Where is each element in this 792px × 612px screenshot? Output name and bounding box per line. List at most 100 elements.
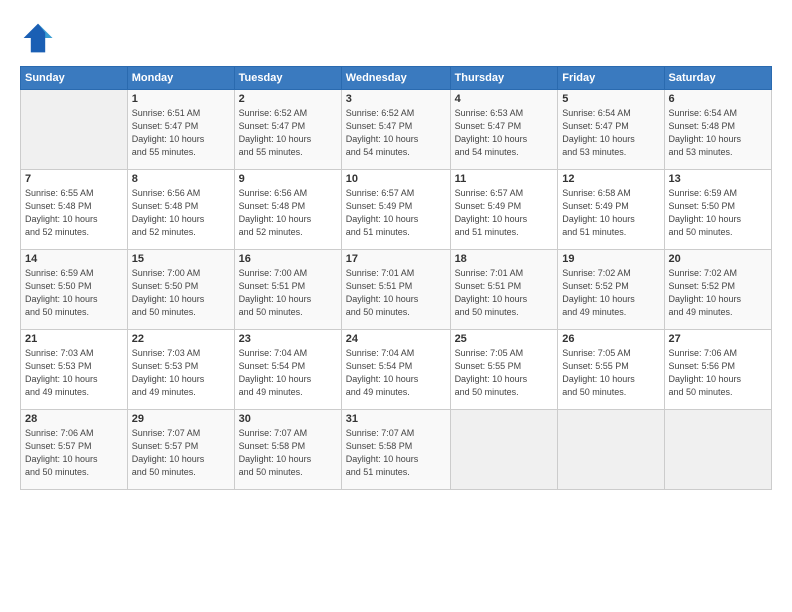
- day-number: 10: [346, 173, 446, 185]
- calendar-cell: 22 Sunrise: 7:03 AMSunset: 5:53 PMDayligh…: [127, 330, 234, 410]
- day-info: Sunrise: 6:55 AMSunset: 5:48 PMDaylight:…: [25, 187, 123, 239]
- day-info: Sunrise: 7:07 AMSunset: 5:58 PMDaylight:…: [239, 427, 337, 479]
- day-number: 23: [239, 333, 337, 345]
- calendar-header: SundayMondayTuesdayWednesdayThursdayFrid…: [21, 67, 772, 90]
- calendar-cell: 8 Sunrise: 6:56 AMSunset: 5:48 PMDaylight…: [127, 170, 234, 250]
- day-number: 12: [562, 173, 659, 185]
- day-number: 4: [455, 93, 554, 105]
- calendar-cell: 1Sunrise: 6:51 AMSunset: 5:47 PMDaylight…: [127, 90, 234, 170]
- calendar-container: SundayMondayTuesdayWednesdayThursdayFrid…: [0, 0, 792, 500]
- weekday-header-tuesday: Tuesday: [234, 67, 341, 90]
- day-info: Sunrise: 7:03 AMSunset: 5:53 PMDaylight:…: [25, 347, 123, 399]
- day-info: Sunrise: 6:53 AMSunset: 5:47 PMDaylight:…: [455, 107, 554, 159]
- day-number: 7: [25, 173, 123, 185]
- header: [20, 16, 772, 56]
- day-number: 6: [669, 93, 767, 105]
- day-number: 26: [562, 333, 659, 345]
- day-info: Sunrise: 6:58 AMSunset: 5:49 PMDaylight:…: [562, 187, 659, 239]
- day-number: 13: [669, 173, 767, 185]
- calendar-cell: 9 Sunrise: 6:56 AMSunset: 5:48 PMDaylight…: [234, 170, 341, 250]
- calendar-cell: 25Sunrise: 7:05 AMSunset: 5:55 PMDayligh…: [450, 330, 558, 410]
- day-info: Sunrise: 6:52 AMSunset: 5:47 PMDaylight:…: [346, 107, 446, 159]
- day-number: 8: [132, 173, 230, 185]
- day-number: 18: [455, 253, 554, 265]
- day-info: Sunrise: 7:04 AMSunset: 5:54 PMDaylight:…: [239, 347, 337, 399]
- day-info: Sunrise: 6:59 AMSunset: 5:50 PMDaylight:…: [669, 187, 767, 239]
- week-row-3: 14 Sunrise: 6:59 AMSunset: 5:50 PMDayligh…: [21, 250, 772, 330]
- calendar-cell: 29Sunrise: 7:07 AMSunset: 5:57 PMDayligh…: [127, 410, 234, 490]
- day-info: Sunrise: 6:52 AMSunset: 5:47 PMDaylight:…: [239, 107, 337, 159]
- weekday-header-sunday: Sunday: [21, 67, 128, 90]
- day-info: Sunrise: 7:00 AMSunset: 5:50 PMDaylight:…: [132, 267, 230, 319]
- day-info: Sunrise: 7:05 AMSunset: 5:55 PMDaylight:…: [562, 347, 659, 399]
- calendar-cell: [558, 410, 664, 490]
- day-info: Sunrise: 7:07 AMSunset: 5:58 PMDaylight:…: [346, 427, 446, 479]
- calendar-cell: 17Sunrise: 7:01 AMSunset: 5:51 PMDayligh…: [341, 250, 450, 330]
- day-info: Sunrise: 7:06 AMSunset: 5:57 PMDaylight:…: [25, 427, 123, 479]
- day-info: Sunrise: 7:03 AMSunset: 5:53 PMDaylight:…: [132, 347, 230, 399]
- calendar-cell: 12 Sunrise: 6:58 AMSunset: 5:49 PMDayligh…: [558, 170, 664, 250]
- calendar-cell: 4 Sunrise: 6:53 AMSunset: 5:47 PMDaylight…: [450, 90, 558, 170]
- week-row-5: 28 Sunrise: 7:06 AMSunset: 5:57 PMDayligh…: [21, 410, 772, 490]
- day-info: Sunrise: 6:57 AMSunset: 5:49 PMDaylight:…: [455, 187, 554, 239]
- calendar-cell: 23 Sunrise: 7:04 AMSunset: 5:54 PMDayligh…: [234, 330, 341, 410]
- day-number: 28: [25, 413, 123, 425]
- day-info: Sunrise: 7:00 AMSunset: 5:51 PMDaylight:…: [239, 267, 337, 319]
- day-info: Sunrise: 7:02 AMSunset: 5:52 PMDaylight:…: [562, 267, 659, 319]
- calendar-cell: 20 Sunrise: 7:02 AMSunset: 5:52 PMDayligh…: [664, 250, 771, 330]
- day-info: Sunrise: 6:54 AMSunset: 5:47 PMDaylight:…: [562, 107, 659, 159]
- calendar-cell: 19 Sunrise: 7:02 AMSunset: 5:52 PMDayligh…: [558, 250, 664, 330]
- day-info: Sunrise: 7:02 AMSunset: 5:52 PMDaylight:…: [669, 267, 767, 319]
- day-number: 27: [669, 333, 767, 345]
- day-info: Sunrise: 7:04 AMSunset: 5:54 PMDaylight:…: [346, 347, 446, 399]
- week-row-2: 7 Sunrise: 6:55 AMSunset: 5:48 PMDaylight…: [21, 170, 772, 250]
- week-row-1: 1Sunrise: 6:51 AMSunset: 5:47 PMDaylight…: [21, 90, 772, 170]
- calendar-cell: 18 Sunrise: 7:01 AMSunset: 5:51 PMDayligh…: [450, 250, 558, 330]
- day-info: Sunrise: 6:54 AMSunset: 5:48 PMDaylight:…: [669, 107, 767, 159]
- day-info: Sunrise: 6:56 AMSunset: 5:48 PMDaylight:…: [132, 187, 230, 239]
- day-number: 16: [239, 253, 337, 265]
- day-number: 30: [239, 413, 337, 425]
- calendar-cell: 2Sunrise: 6:52 AMSunset: 5:47 PMDaylight…: [234, 90, 341, 170]
- day-number: 1: [132, 93, 230, 105]
- calendar-cell: 16 Sunrise: 7:00 AMSunset: 5:51 PMDayligh…: [234, 250, 341, 330]
- day-info: Sunrise: 6:56 AMSunset: 5:48 PMDaylight:…: [239, 187, 337, 239]
- day-number: 19: [562, 253, 659, 265]
- calendar-cell: 14 Sunrise: 6:59 AMSunset: 5:50 PMDayligh…: [21, 250, 128, 330]
- logo: [20, 20, 60, 56]
- day-number: 21: [25, 333, 123, 345]
- day-info: Sunrise: 7:06 AMSunset: 5:56 PMDaylight:…: [669, 347, 767, 399]
- day-info: Sunrise: 7:01 AMSunset: 5:51 PMDaylight:…: [346, 267, 446, 319]
- calendar-cell: 3Sunrise: 6:52 AMSunset: 5:47 PMDaylight…: [341, 90, 450, 170]
- day-number: 29: [132, 413, 230, 425]
- day-info: Sunrise: 6:59 AMSunset: 5:50 PMDaylight:…: [25, 267, 123, 319]
- day-number: 5: [562, 93, 659, 105]
- day-number: 20: [669, 253, 767, 265]
- day-info: Sunrise: 7:05 AMSunset: 5:55 PMDaylight:…: [455, 347, 554, 399]
- calendar-body: 1Sunrise: 6:51 AMSunset: 5:47 PMDaylight…: [21, 90, 772, 490]
- calendar-cell: 24 Sunrise: 7:04 AMSunset: 5:54 PMDayligh…: [341, 330, 450, 410]
- day-number: 9: [239, 173, 337, 185]
- day-info: Sunrise: 6:57 AMSunset: 5:49 PMDaylight:…: [346, 187, 446, 239]
- day-number: 14: [25, 253, 123, 265]
- weekday-header-wednesday: Wednesday: [341, 67, 450, 90]
- weekday-header-saturday: Saturday: [664, 67, 771, 90]
- day-info: Sunrise: 7:01 AMSunset: 5:51 PMDaylight:…: [455, 267, 554, 319]
- calendar-cell: [21, 90, 128, 170]
- calendar-cell: 26 Sunrise: 7:05 AMSunset: 5:55 PMDayligh…: [558, 330, 664, 410]
- calendar-cell: [664, 410, 771, 490]
- calendar-cell: 28 Sunrise: 7:06 AMSunset: 5:57 PMDayligh…: [21, 410, 128, 490]
- calendar-cell: 31 Sunrise: 7:07 AMSunset: 5:58 PMDayligh…: [341, 410, 450, 490]
- weekday-header-friday: Friday: [558, 67, 664, 90]
- calendar-table: SundayMondayTuesdayWednesdayThursdayFrid…: [20, 66, 772, 490]
- day-number: 24: [346, 333, 446, 345]
- day-number: 31: [346, 413, 446, 425]
- calendar-cell: 21 Sunrise: 7:03 AMSunset: 5:53 PMDayligh…: [21, 330, 128, 410]
- weekday-header-thursday: Thursday: [450, 67, 558, 90]
- calendar-cell: 27 Sunrise: 7:06 AMSunset: 5:56 PMDayligh…: [664, 330, 771, 410]
- calendar-cell: 13 Sunrise: 6:59 AMSunset: 5:50 PMDayligh…: [664, 170, 771, 250]
- calendar-cell: 30 Sunrise: 7:07 AMSunset: 5:58 PMDayligh…: [234, 410, 341, 490]
- calendar-cell: 7 Sunrise: 6:55 AMSunset: 5:48 PMDaylight…: [21, 170, 128, 250]
- day-number: 22: [132, 333, 230, 345]
- week-row-4: 21 Sunrise: 7:03 AMSunset: 5:53 PMDayligh…: [21, 330, 772, 410]
